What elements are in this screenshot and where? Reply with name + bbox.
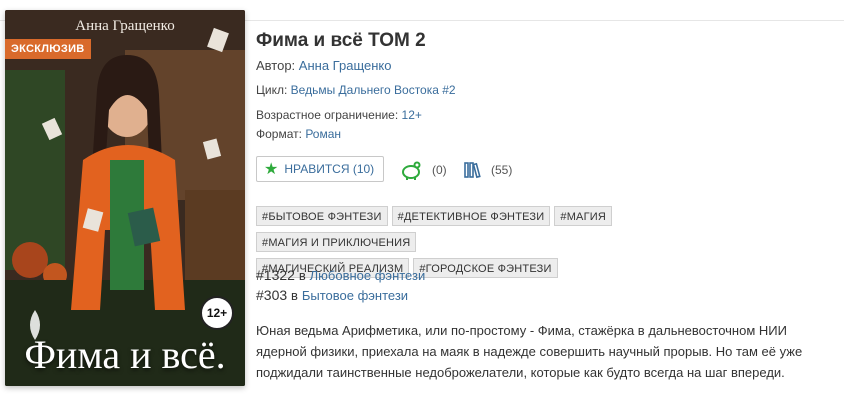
rank-number: #1322 — [256, 267, 295, 283]
rank-genre-link[interactable]: Любовное фэнтези — [310, 268, 426, 283]
piggy-bank-icon — [402, 161, 421, 180]
author-row: Автор: Анна Гращенко — [256, 58, 391, 73]
reward-stat[interactable]: (0) — [400, 156, 447, 184]
library-books-icon — [464, 162, 481, 179]
tag[interactable]: #МАГИЯ — [554, 206, 612, 226]
cover-illustration — [5, 10, 245, 386]
tag[interactable]: #ГОРОДСКОЕ ФЭНТЕЗИ — [413, 258, 558, 278]
tag[interactable]: #БЫТОВОЕ ФЭНТЕЗИ — [256, 206, 388, 226]
cover-age-badge: 12+ — [200, 296, 234, 330]
format-row: Формат: Роман — [256, 127, 341, 141]
age-row: Возрастное ограничение: 12+ — [256, 108, 422, 122]
age-label: Возрастное ограничение: — [256, 108, 399, 122]
star-icon: ★ — [264, 161, 279, 178]
rank-in: в — [298, 268, 306, 283]
ranking-row: #303 в Бытовое фэнтези — [256, 287, 408, 303]
cover-author: Анна Гращенко — [75, 18, 175, 34]
rank-genre-link[interactable]: Бытовое фэнтези — [302, 288, 408, 303]
format-label: Формат: — [256, 127, 302, 141]
library-stat[interactable]: (55) — [463, 156, 512, 184]
tag[interactable]: #ДЕТЕКТИВНОЕ ФЭНТЕЗИ — [391, 206, 551, 226]
book-title: Фима и всё ТОМ 2 — [256, 30, 426, 51]
author-label: Автор: — [256, 58, 296, 73]
cycle-link[interactable]: Ведьмы Дальнего Востока #2 — [291, 83, 456, 97]
cover-title: Фима и всё. — [24, 332, 226, 377]
rank-in: в — [291, 288, 298, 303]
cycle-row: Цикл: Ведьмы Дальнего Востока #2 — [256, 83, 456, 97]
rank-number: #303 — [256, 287, 288, 303]
author-link[interactable]: Анна Гращенко — [299, 58, 392, 73]
age-value: 12+ — [401, 108, 422, 122]
book-description: Юная ведьма Арифметика, или по-простому … — [256, 323, 803, 380]
reward-count: (0) — [432, 163, 447, 177]
like-button[interactable]: ★ НРАВИТСЯ (10) — [256, 156, 384, 182]
like-label: НРАВИТСЯ (10) — [284, 162, 375, 176]
cycle-label: Цикл: — [256, 83, 288, 97]
tag[interactable]: #МАГИЯ И ПРИКЛЮЧЕНИЯ — [256, 232, 417, 252]
format-link[interactable]: Роман — [305, 127, 341, 141]
ranking-row: #1322 в Любовное фэнтези — [256, 267, 425, 283]
book-cover[interactable]: Анна Гращенко ЭКСКЛЮЗИВ 12+ Фима и всё. — [5, 10, 245, 386]
exclusive-badge: ЭКСКЛЮЗИВ — [5, 39, 91, 59]
library-count: (55) — [491, 163, 513, 177]
